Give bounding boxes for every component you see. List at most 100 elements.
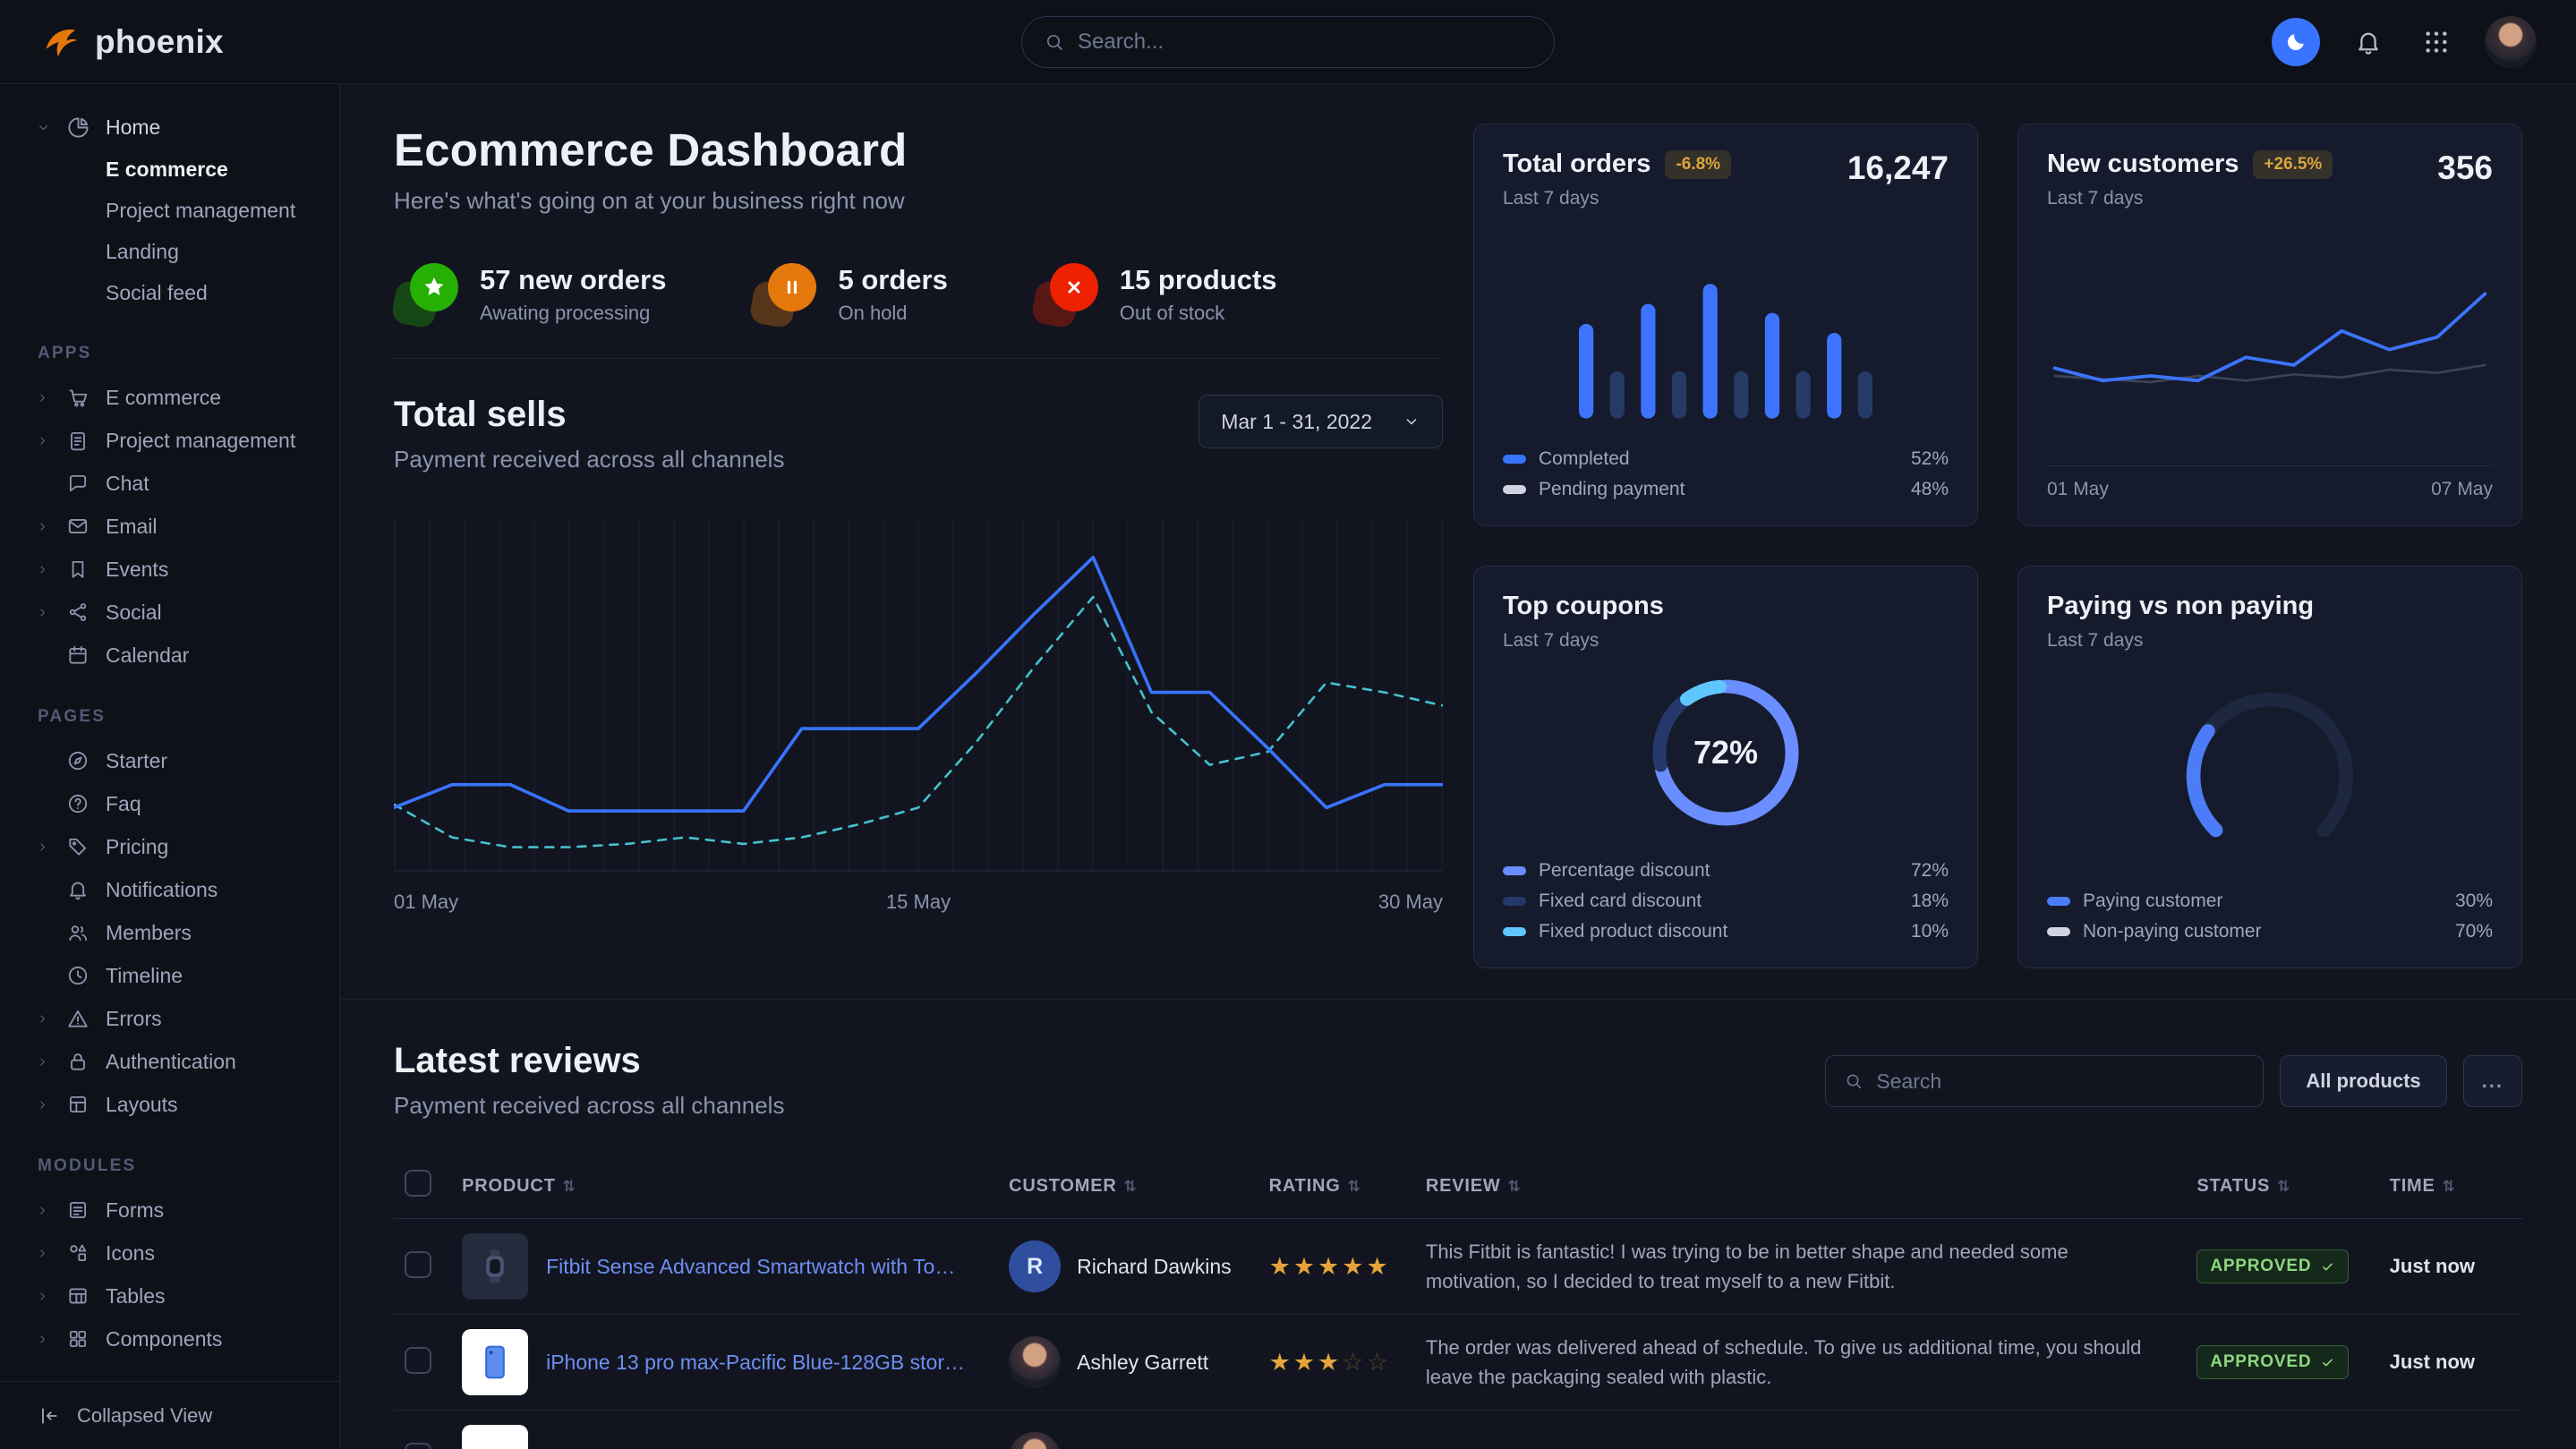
- sidebar-item-email[interactable]: Email: [0, 505, 339, 548]
- total-sells-chart: 01 May15 May30 May: [394, 511, 1443, 914]
- sidebar-item-social[interactable]: Social: [0, 591, 339, 634]
- product-thumbnail: [462, 1233, 528, 1300]
- sidebar-item-home[interactable]: Home: [0, 106, 339, 149]
- global-search-input[interactable]: [1078, 30, 1532, 55]
- date-range-value: Mar 1 - 31, 2022: [1221, 410, 1372, 434]
- legend-label: Fixed card discount: [1539, 891, 1702, 912]
- collapsed-view-toggle[interactable]: Collapsed View: [0, 1381, 339, 1449]
- reviews-search[interactable]: [1825, 1055, 2264, 1107]
- kpi-cards-grid: Total orders-6.8%Last 7 days16,247Comple…: [1473, 124, 2522, 968]
- row-checkbox[interactable]: [405, 1251, 431, 1278]
- sidebar-item-label: Calendar: [106, 644, 189, 668]
- sidebar-item-label: Authentication: [106, 1050, 236, 1074]
- sidebar-item-layouts[interactable]: Layouts: [0, 1083, 339, 1126]
- product-link[interactable]: iPhone 13 pro max-Pacific Blue-128GB sto…: [546, 1351, 967, 1375]
- select-all-checkbox[interactable]: [405, 1170, 431, 1197]
- user-avatar[interactable]: [2485, 16, 2537, 68]
- sidebar-item-calendar[interactable]: Calendar: [0, 634, 339, 677]
- time-value: Just now: [2390, 1255, 2475, 1277]
- theme-toggle-button[interactable]: [2272, 18, 2320, 66]
- customer-name: Ashley Garrett: [1077, 1351, 1208, 1375]
- more-options-label: ...: [2482, 1070, 2503, 1092]
- sidebar-item-tables[interactable]: Tables: [0, 1274, 339, 1317]
- phoenix-logo-icon: [39, 21, 81, 63]
- legend-swatch: [1503, 485, 1526, 494]
- sidebar-subitem-social-feed[interactable]: Social feed: [0, 272, 339, 313]
- column-header-customer[interactable]: CUSTOMER⇅: [998, 1154, 1258, 1219]
- table-icon: [66, 1284, 106, 1308]
- moon-icon: [2283, 30, 2308, 55]
- sidebar-item-notifications[interactable]: Notifications: [0, 868, 339, 911]
- sidebar-item-authentication[interactable]: Authentication: [0, 1040, 339, 1083]
- row-checkbox[interactable]: [405, 1347, 431, 1374]
- sidebar-item-label: Social: [106, 601, 162, 625]
- sidebar-item-events[interactable]: Events: [0, 548, 339, 591]
- date-range-select[interactable]: Mar 1 - 31, 2022: [1198, 395, 1443, 448]
- chevron-right-icon: [36, 1204, 66, 1217]
- column-header-status[interactable]: STATUS ⇅: [2186, 1154, 2378, 1219]
- sidebar-item-e-commerce[interactable]: E commerce: [0, 376, 339, 419]
- sidebar-item-label: Timeline: [106, 964, 183, 988]
- column-header-time[interactable]: TIME⇅: [2379, 1154, 2522, 1219]
- warning-icon: [66, 1007, 106, 1030]
- star-stat-icon: [394, 263, 458, 326]
- column-header-review[interactable]: REVIEW⇅: [1415, 1154, 2186, 1219]
- card-title: Total orders: [1503, 149, 1651, 179]
- sidebar-item-label: Members: [106, 921, 192, 945]
- stat-15-products: 15 productsOut of stock: [1034, 263, 1277, 326]
- navbar-actions: [2272, 16, 2537, 68]
- chevron-down-icon: [1403, 413, 1420, 430]
- sidebar-item-chat[interactable]: Chat: [0, 462, 339, 505]
- product-link[interactable]: Fitbit Sense Advanced Smartwatch with To…: [546, 1255, 967, 1279]
- sidebar-subitem-landing[interactable]: Landing: [0, 231, 339, 272]
- status-badge: APPROVED: [2196, 1345, 2349, 1379]
- sidebar-item-faq[interactable]: Faq: [0, 782, 339, 825]
- stat-5-orders: 5 ordersOn hold: [752, 263, 947, 326]
- table-row: Fitbit Sense Advanced Smartwatch with To…: [394, 1219, 2522, 1315]
- column-header-product[interactable]: PRODUCT⇅: [451, 1154, 998, 1219]
- sidebar-item-components[interactable]: Components: [0, 1317, 339, 1360]
- row-checkbox[interactable]: [405, 1443, 431, 1449]
- sidebar-subitem-e-commerce[interactable]: E commerce: [0, 149, 339, 190]
- sidebar-item-timeline[interactable]: Timeline: [0, 954, 339, 997]
- sidebar-item-icons[interactable]: Icons: [0, 1232, 339, 1274]
- paying-gauge-chart: [2047, 652, 2493, 883]
- sidebar-item-members[interactable]: Members: [0, 911, 339, 954]
- envelope-icon: [66, 515, 106, 538]
- status-label: APPROVED: [2210, 1352, 2311, 1372]
- page-title: Ecommerce Dashboard: [394, 124, 1443, 176]
- card-value: 356: [2437, 149, 2493, 187]
- sort-icon: ⇅: [2277, 1178, 2290, 1195]
- legend-label: Pending payment: [1539, 479, 1685, 500]
- card-legend: Paying customer30%Non-paying customer70%: [2047, 891, 2493, 942]
- notifications-button[interactable]: [2349, 22, 2388, 62]
- reviews-table: PRODUCT⇅CUSTOMER⇅RATING⇅REVIEW⇅ STATUS ⇅ TI…: [394, 1154, 2522, 1449]
- sidebar-section-label: PAGES: [0, 677, 339, 739]
- column-label: STATUS: [2196, 1176, 2270, 1196]
- sort-icon: ⇅: [1348, 1178, 1361, 1195]
- sidebar-item-project-management[interactable]: Project management: [0, 419, 339, 462]
- apps-menu-button[interactable]: [2417, 22, 2456, 62]
- column-header-rating[interactable]: RATING⇅: [1258, 1154, 1415, 1219]
- sidebar-item-pricing[interactable]: Pricing: [0, 825, 339, 868]
- sidebar-item-label: Home: [106, 115, 160, 140]
- sidebar-nav: HomeE commerceProject managementLandingS…: [0, 84, 339, 1360]
- sidebar-item-forms[interactable]: Forms: [0, 1189, 339, 1232]
- brand[interactable]: phoenix: [39, 21, 224, 63]
- calendar-icon: [66, 644, 106, 667]
- legend-swatch: [1503, 897, 1526, 906]
- sidebar-item-label: Tables: [106, 1284, 165, 1308]
- sidebar-item-starter[interactable]: Starter: [0, 739, 339, 782]
- chevron-right-icon: [36, 520, 66, 533]
- reviews-search-input[interactable]: [1876, 1070, 2245, 1094]
- more-options-button[interactable]: ...: [2463, 1055, 2522, 1107]
- legend-swatch: [2047, 897, 2070, 906]
- sidebar-item-label: E commerce: [106, 386, 221, 410]
- all-products-button[interactable]: All products: [2280, 1055, 2446, 1107]
- legend-label: Paying customer: [2083, 891, 2222, 912]
- sidebar-subitem-project-management[interactable]: Project management: [0, 190, 339, 231]
- grid-icon: [2422, 28, 2451, 56]
- sidebar-item-errors[interactable]: Errors: [0, 997, 339, 1040]
- global-search[interactable]: [1021, 16, 1555, 68]
- legend-item: Paying customer30%: [2047, 891, 2493, 912]
